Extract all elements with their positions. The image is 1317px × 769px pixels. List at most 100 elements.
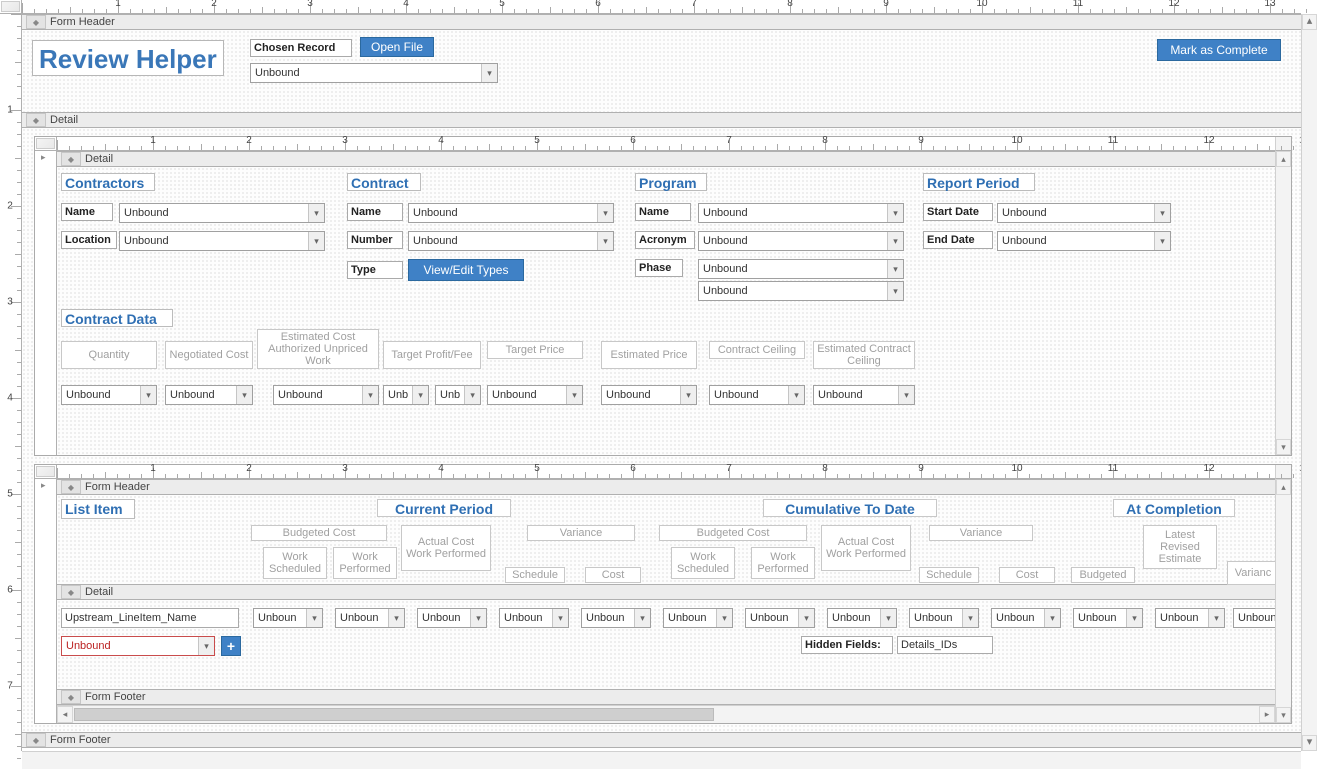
- contract-name-label[interactable]: Name: [347, 203, 403, 221]
- chevron-down-icon[interactable]: [880, 609, 896, 627]
- nested-subform-ruler-h[interactable]: 12345678910111213: [57, 465, 1275, 479]
- subform-scrollbar-v[interactable]: ▴ ▾: [1275, 151, 1291, 455]
- chevron-down-icon[interactable]: [552, 609, 568, 627]
- chosen-record-combo[interactable]: Unbound: [250, 63, 498, 83]
- nested-section-bar-detail[interactable]: Detail: [57, 584, 1275, 600]
- cumulative-heading[interactable]: Cumulative To Date: [763, 499, 937, 517]
- chevron-down-icon[interactable]: [1208, 609, 1224, 627]
- chevron-down-icon[interactable]: [388, 609, 404, 627]
- nested-section-bar-footer[interactable]: Form Footer: [57, 689, 1275, 705]
- chevron-down-icon[interactable]: [566, 386, 582, 404]
- cd-target-profit-combo-b[interactable]: Unb: [435, 385, 481, 405]
- actual-cost-wp-label-1[interactable]: Actual Cost Work Performed: [401, 525, 491, 571]
- ruler-horizontal[interactable]: 1234567891011121314: [22, 0, 1301, 14]
- col-est-contract-ceiling[interactable]: Estimated Contract Ceiling: [813, 341, 915, 369]
- col-target-profit[interactable]: Target Profit/Fee: [383, 341, 481, 369]
- contract-data-heading[interactable]: Contract Data: [61, 309, 173, 327]
- scrollbar-down-arrow[interactable]: ▾: [1276, 707, 1291, 723]
- contract-name-combo[interactable]: Unbound: [408, 203, 614, 223]
- cost-1[interactable]: Cost: [585, 567, 641, 583]
- scrollbar-vertical[interactable]: ▴ ▾: [1301, 14, 1317, 751]
- col-estimated-price[interactable]: Estimated Price: [601, 341, 697, 369]
- cd-target-profit-combo-a[interactable]: Unb: [383, 385, 429, 405]
- chevron-down-icon[interactable]: [481, 64, 497, 82]
- chevron-down-icon[interactable]: [788, 386, 804, 404]
- col-target-price[interactable]: Target Price: [487, 341, 583, 359]
- variance-label-1[interactable]: Variance: [527, 525, 635, 541]
- detail-combo-7[interactable]: Unboun: [745, 608, 815, 628]
- schedule-2[interactable]: Schedule: [919, 567, 979, 583]
- upstream-name-textbox[interactable]: Upstream_LineItem_Name: [61, 608, 239, 628]
- col-contract-ceiling[interactable]: Contract Ceiling: [709, 341, 805, 359]
- detail-combo-5[interactable]: Unboun: [581, 608, 651, 628]
- chevron-down-icon[interactable]: [236, 386, 252, 404]
- ruler-origin[interactable]: [0, 0, 22, 14]
- variance-label-2[interactable]: Variance: [929, 525, 1033, 541]
- detail-combo-12[interactable]: Unboun: [1155, 608, 1225, 628]
- nested-section-bar-header[interactable]: Form Header: [57, 479, 1275, 495]
- chevron-down-icon[interactable]: [1044, 609, 1060, 627]
- chevron-down-icon[interactable]: [798, 609, 814, 627]
- chevron-down-icon[interactable]: [308, 232, 324, 250]
- chevron-down-icon[interactable]: [634, 609, 650, 627]
- cd-est-price-combo[interactable]: Unbound: [601, 385, 697, 405]
- main-subform[interactable]: 12345678910111213 Detail Contractors: [34, 136, 1292, 456]
- view-edit-types-button[interactable]: View/Edit Types: [408, 259, 524, 281]
- scrollbar-left-arrow[interactable]: ◂: [57, 706, 73, 723]
- col-negotiated-cost[interactable]: Negotiated Cost: [165, 341, 253, 369]
- chevron-down-icon[interactable]: [898, 386, 914, 404]
- nested-subform[interactable]: 12345678910111213 Form Header List Item: [34, 464, 1292, 724]
- scrollbar-down-arrow[interactable]: ▾: [1302, 735, 1317, 751]
- chosen-record-label[interactable]: Chosen Record: [250, 39, 352, 57]
- detail-combo-10[interactable]: Unboun: [991, 608, 1061, 628]
- scrollbar-up-arrow[interactable]: ▴: [1302, 14, 1317, 30]
- chevron-down-icon[interactable]: [1154, 204, 1170, 222]
- chevron-down-icon[interactable]: [198, 637, 214, 655]
- cd-target-price-combo[interactable]: Unbound: [487, 385, 583, 405]
- scrollbar-horizontal[interactable]: [22, 751, 1301, 769]
- start-date-combo[interactable]: Unbound: [997, 203, 1171, 223]
- chevron-down-icon[interactable]: [362, 386, 378, 404]
- contractors-heading[interactable]: Contractors: [61, 173, 155, 191]
- section-bar-form-footer[interactable]: Form Footer: [22, 732, 1301, 748]
- cd-quantity-combo[interactable]: Unbound: [61, 385, 157, 405]
- design-canvas[interactable]: Form Header Review Helper Chosen Record …: [22, 14, 1301, 751]
- contractors-location-combo[interactable]: Unbound: [119, 231, 325, 251]
- chevron-down-icon[interactable]: [887, 232, 903, 250]
- cd-contract-ceiling-combo[interactable]: Unbound: [709, 385, 805, 405]
- program-name-label[interactable]: Name: [635, 203, 691, 221]
- list-item-heading[interactable]: List Item: [61, 499, 135, 519]
- details-ids-textbox[interactable]: Details_IDs: [897, 636, 993, 654]
- contractors-name-label[interactable]: Name: [61, 203, 113, 221]
- work-scheduled-2[interactable]: Work Scheduled: [671, 547, 735, 579]
- nested-subform-scrollbar-h[interactable]: ◂ ▸: [57, 705, 1275, 723]
- scrollbar-down-arrow[interactable]: ▾: [1276, 439, 1291, 455]
- form-header-area[interactable]: Review Helper Chosen Record Open File Un…: [22, 30, 1301, 112]
- chevron-down-icon[interactable]: [962, 609, 978, 627]
- add-button[interactable]: +: [221, 636, 241, 656]
- detail-combo-6[interactable]: Unboun: [663, 608, 733, 628]
- contract-type-label[interactable]: Type: [347, 261, 403, 279]
- subform-section-bar-detail[interactable]: Detail: [57, 151, 1275, 167]
- chevron-down-icon[interactable]: [470, 609, 486, 627]
- program-heading[interactable]: Program: [635, 173, 707, 191]
- work-performed-1[interactable]: Work Performed: [333, 547, 397, 579]
- budgeted-cost-label-2[interactable]: Budgeted Cost: [659, 525, 807, 541]
- budgeted-cost-label-1[interactable]: Budgeted Cost: [251, 525, 387, 541]
- col-quantity[interactable]: Quantity: [61, 341, 157, 369]
- detail-combo-2[interactable]: Unboun: [335, 608, 405, 628]
- scrollbar-up-arrow[interactable]: ▴: [1276, 479, 1291, 495]
- chevron-down-icon[interactable]: [887, 204, 903, 222]
- chevron-down-icon[interactable]: [308, 204, 324, 222]
- subform-ruler-h[interactable]: 12345678910111213: [57, 137, 1275, 151]
- chevron-down-icon[interactable]: [680, 386, 696, 404]
- chevron-down-icon[interactable]: [716, 609, 732, 627]
- mark-complete-button[interactable]: Mark as Complete: [1157, 39, 1281, 61]
- cost-2[interactable]: Cost: [999, 567, 1055, 583]
- cd-est-ceiling-combo[interactable]: Unbound: [813, 385, 915, 405]
- chevron-down-icon[interactable]: [597, 204, 613, 222]
- detail-combo-4[interactable]: Unboun: [499, 608, 569, 628]
- contract-number-combo[interactable]: Unbound: [408, 231, 614, 251]
- schedule-1[interactable]: Schedule: [505, 567, 565, 583]
- open-file-button[interactable]: Open File: [360, 37, 434, 57]
